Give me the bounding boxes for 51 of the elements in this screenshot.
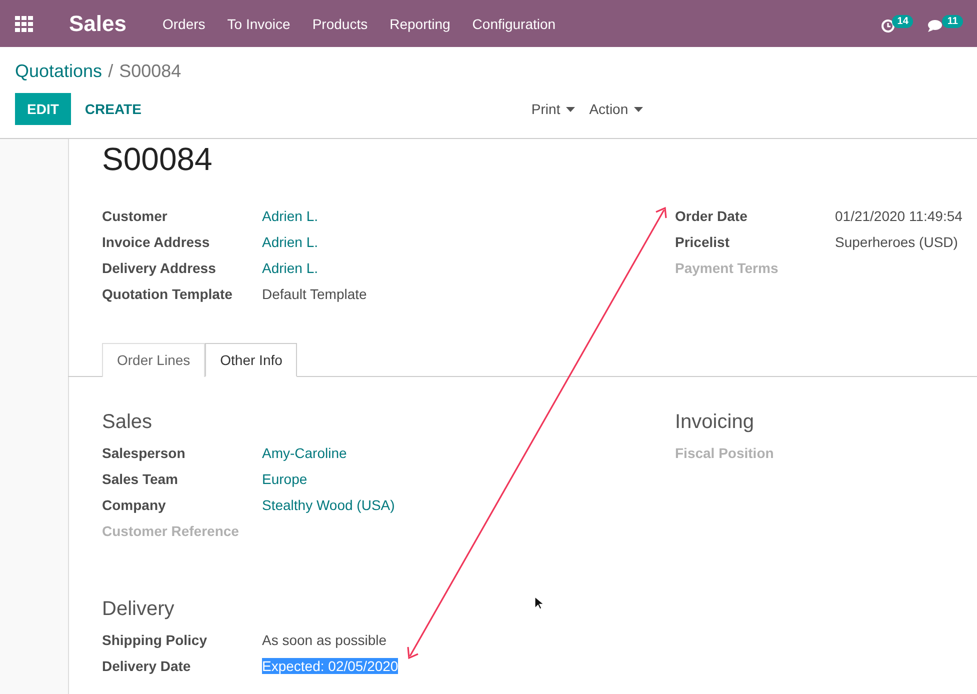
caret-icon bbox=[566, 106, 576, 112]
edit-button[interactable]: EDIT bbox=[15, 93, 71, 125]
field-label: Customer bbox=[102, 208, 168, 224]
field-value[interactable]: Stealthy Wood (USA) bbox=[262, 497, 395, 513]
field-label: Shipping Policy bbox=[102, 632, 208, 648]
apps-menu-icon[interactable] bbox=[15, 16, 33, 32]
field-label: Pricelist bbox=[675, 234, 730, 250]
field-label: Payment Terms bbox=[675, 260, 780, 276]
menu-item[interactable]: To Invoice bbox=[227, 16, 290, 32]
field-value: Superheroes (USD) bbox=[835, 234, 958, 250]
menu-item[interactable]: Configuration bbox=[472, 16, 556, 32]
field-label: Quotation Template bbox=[102, 286, 234, 302]
field-value: 01/21/2020 11:49:54 bbox=[835, 208, 962, 224]
record-title: S00084 bbox=[102, 141, 212, 177]
field-value: As soon as possible bbox=[262, 632, 387, 648]
menu-item[interactable]: Reporting bbox=[390, 16, 450, 32]
section-title: Invoicing bbox=[675, 411, 754, 434]
field-value: Default Template bbox=[262, 286, 367, 302]
mouse-cursor-icon bbox=[534, 596, 544, 610]
breadcrumb-separator: / bbox=[108, 61, 114, 82]
app-name: Sales bbox=[69, 10, 126, 36]
message-count: 11 bbox=[942, 14, 963, 28]
caret-icon bbox=[634, 106, 644, 112]
section-title: Delivery bbox=[102, 598, 174, 621]
field-label: Fiscal Position bbox=[675, 445, 775, 461]
action-dropdown[interactable]: Action bbox=[585, 101, 648, 117]
field-label: Company bbox=[102, 497, 167, 513]
field-value[interactable]: Europe bbox=[262, 471, 308, 487]
tab[interactable]: Order Lines bbox=[102, 343, 206, 377]
field-label: Salesperson bbox=[102, 445, 186, 461]
field-value: Expected: 02/05/2020 bbox=[262, 658, 398, 674]
tab[interactable]: Other Info bbox=[205, 343, 298, 377]
field-value[interactable]: Amy-Caroline bbox=[262, 445, 347, 461]
breadcrumb-link[interactable]: Quotations bbox=[15, 61, 102, 82]
create-button[interactable]: CREATE bbox=[70, 101, 156, 117]
field-value[interactable]: Adrien L. bbox=[262, 208, 318, 224]
clock-icon[interactable] bbox=[881, 18, 896, 32]
field-label: Customer Reference bbox=[102, 523, 240, 539]
field-label: Delivery Date bbox=[102, 658, 192, 674]
field-label: Invoice Address bbox=[102, 234, 211, 250]
field-label: Order Date bbox=[675, 208, 748, 224]
field-label: Sales Team bbox=[102, 471, 180, 487]
section-title: Sales bbox=[102, 411, 152, 434]
print-dropdown[interactable]: Print bbox=[527, 101, 580, 117]
activity-count: 14 bbox=[892, 14, 914, 28]
breadcrumb-current: S00084 bbox=[119, 61, 182, 82]
field-label: Delivery Address bbox=[102, 260, 217, 276]
field-value[interactable]: Adrien L. bbox=[262, 234, 318, 250]
menu-item[interactable]: Orders bbox=[162, 16, 206, 32]
field-value[interactable]: Adrien L. bbox=[262, 260, 318, 276]
menu-item[interactable]: Products bbox=[312, 16, 368, 32]
